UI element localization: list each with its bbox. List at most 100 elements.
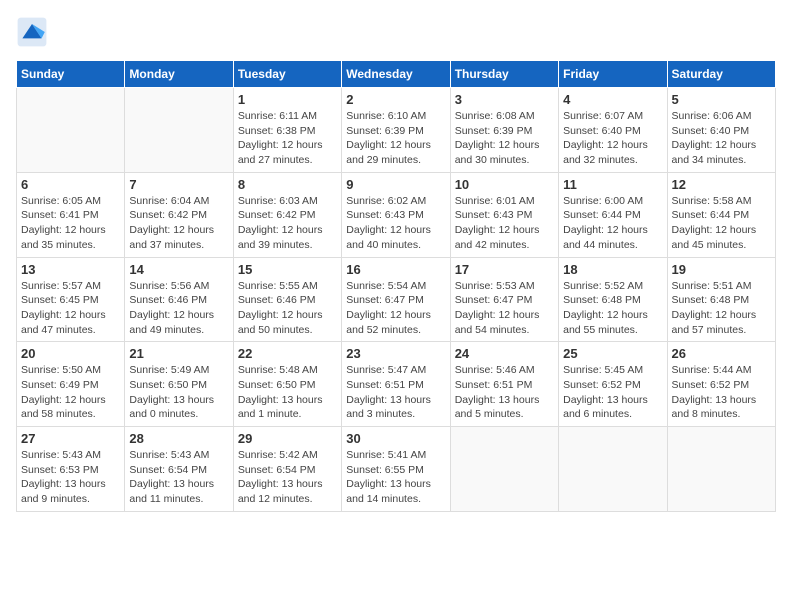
- day-info: Sunrise: 5:57 AM Sunset: 6:45 PM Dayligh…: [21, 279, 120, 338]
- calendar-cell: 27Sunrise: 5:43 AM Sunset: 6:53 PM Dayli…: [17, 427, 125, 512]
- calendar-week-2: 6 Sunrise: 6:05 AM Sunset: 6:41 PM Daylig…: [17, 172, 776, 257]
- calendar-cell: 14 Sunrise: 5:56 AM Sunset: 6:46 PM Dayli…: [125, 257, 233, 342]
- calendar-cell: 23 Sunrise: 5:47 AM Sunset: 6:51 PM Dayli…: [342, 342, 450, 427]
- calendar-cell: 3 Sunrise: 6:08 AM Sunset: 6:39 PM Daylig…: [450, 88, 558, 173]
- day-info: Sunrise: 5:42 AM Sunset: 6:54 PM Dayligh…: [238, 448, 337, 507]
- day-number: 28: [129, 431, 228, 446]
- day-number: 15: [238, 262, 337, 277]
- day-info: Sunrise: 5:53 AM Sunset: 6:47 PM Dayligh…: [455, 279, 554, 338]
- day-number: 23: [346, 346, 445, 361]
- calendar-cell: 25Sunrise: 5:45 AM Sunset: 6:52 PM Dayli…: [559, 342, 667, 427]
- calendar-cell: 9Sunrise: 6:02 AM Sunset: 6:43 PM Daylig…: [342, 172, 450, 257]
- calendar-cell: 26 Sunrise: 5:44 AM Sunset: 6:52 PM Dayli…: [667, 342, 775, 427]
- calendar-cell: 10 Sunrise: 6:01 AM Sunset: 6:43 PM Dayli…: [450, 172, 558, 257]
- day-info: Sunrise: 6:05 AM Sunset: 6:41 PM Dayligh…: [21, 194, 120, 253]
- day-number: 30: [346, 431, 445, 446]
- calendar-cell: 6 Sunrise: 6:05 AM Sunset: 6:41 PM Daylig…: [17, 172, 125, 257]
- day-info: Sunrise: 5:54 AM Sunset: 6:47 PM Dayligh…: [346, 279, 445, 338]
- calendar-cell: [559, 427, 667, 512]
- day-info: Sunrise: 5:44 AM Sunset: 6:52 PM Dayligh…: [672, 363, 771, 422]
- calendar-cell: 7 Sunrise: 6:04 AM Sunset: 6:42 PM Daylig…: [125, 172, 233, 257]
- calendar-cell: 17 Sunrise: 5:53 AM Sunset: 6:47 PM Dayli…: [450, 257, 558, 342]
- day-info: Sunrise: 5:49 AM Sunset: 6:50 PM Dayligh…: [129, 363, 228, 422]
- day-info: Sunrise: 5:50 AM Sunset: 6:49 PM Dayligh…: [21, 363, 120, 422]
- calendar-cell: 1 Sunrise: 6:11 AM Sunset: 6:38 PM Daylig…: [233, 88, 341, 173]
- day-info: Sunrise: 5:43 AM Sunset: 6:54 PM Dayligh…: [129, 448, 228, 507]
- day-number: 13: [21, 262, 120, 277]
- calendar-week-1: 1 Sunrise: 6:11 AM Sunset: 6:38 PM Daylig…: [17, 88, 776, 173]
- calendar-header-row: SundayMondayTuesdayWednesdayThursdayFrid…: [17, 61, 776, 88]
- day-header-saturday: Saturday: [667, 61, 775, 88]
- day-number: 17: [455, 262, 554, 277]
- day-info: Sunrise: 6:01 AM Sunset: 6:43 PM Dayligh…: [455, 194, 554, 253]
- day-info: Sunrise: 6:03 AM Sunset: 6:42 PM Dayligh…: [238, 194, 337, 253]
- calendar-cell: [17, 88, 125, 173]
- day-number: 19: [672, 262, 771, 277]
- calendar-cell: 2 Sunrise: 6:10 AM Sunset: 6:39 PM Daylig…: [342, 88, 450, 173]
- day-info: Sunrise: 5:43 AM Sunset: 6:53 PM Dayligh…: [21, 448, 120, 507]
- day-number: 2: [346, 92, 445, 107]
- day-info: Sunrise: 6:10 AM Sunset: 6:39 PM Dayligh…: [346, 109, 445, 168]
- day-info: Sunrise: 6:07 AM Sunset: 6:40 PM Dayligh…: [563, 109, 662, 168]
- calendar-cell: 19 Sunrise: 5:51 AM Sunset: 6:48 PM Dayli…: [667, 257, 775, 342]
- day-number: 14: [129, 262, 228, 277]
- day-info: Sunrise: 5:55 AM Sunset: 6:46 PM Dayligh…: [238, 279, 337, 338]
- calendar-cell: 5Sunrise: 6:06 AM Sunset: 6:40 PM Daylig…: [667, 88, 775, 173]
- day-number: 18: [563, 262, 662, 277]
- day-info: Sunrise: 5:56 AM Sunset: 6:46 PM Dayligh…: [129, 279, 228, 338]
- day-number: 4: [563, 92, 662, 107]
- day-number: 7: [129, 177, 228, 192]
- calendar-cell: 4 Sunrise: 6:07 AM Sunset: 6:40 PM Daylig…: [559, 88, 667, 173]
- day-header-wednesday: Wednesday: [342, 61, 450, 88]
- day-number: 21: [129, 346, 228, 361]
- calendar-cell: 28 Sunrise: 5:43 AM Sunset: 6:54 PM Dayli…: [125, 427, 233, 512]
- page-header: [16, 16, 776, 48]
- day-header-sunday: Sunday: [17, 61, 125, 88]
- logo: [16, 16, 52, 48]
- calendar-cell: 15 Sunrise: 5:55 AM Sunset: 6:46 PM Dayli…: [233, 257, 341, 342]
- day-info: Sunrise: 6:11 AM Sunset: 6:38 PM Dayligh…: [238, 109, 337, 168]
- day-number: 24: [455, 346, 554, 361]
- day-info: Sunrise: 5:46 AM Sunset: 6:51 PM Dayligh…: [455, 363, 554, 422]
- calendar-cell: 8 Sunrise: 6:03 AM Sunset: 6:42 PM Daylig…: [233, 172, 341, 257]
- day-number: 20: [21, 346, 120, 361]
- day-info: Sunrise: 5:51 AM Sunset: 6:48 PM Dayligh…: [672, 279, 771, 338]
- day-number: 5: [672, 92, 771, 107]
- day-header-friday: Friday: [559, 61, 667, 88]
- day-info: Sunrise: 6:08 AM Sunset: 6:39 PM Dayligh…: [455, 109, 554, 168]
- day-info: Sunrise: 5:48 AM Sunset: 6:50 PM Dayligh…: [238, 363, 337, 422]
- calendar-week-5: 27Sunrise: 5:43 AM Sunset: 6:53 PM Dayli…: [17, 427, 776, 512]
- calendar-cell: 20 Sunrise: 5:50 AM Sunset: 6:49 PM Dayli…: [17, 342, 125, 427]
- day-number: 29: [238, 431, 337, 446]
- calendar-cell: 30Sunrise: 5:41 AM Sunset: 6:55 PM Dayli…: [342, 427, 450, 512]
- calendar-cell: 11 Sunrise: 6:00 AM Sunset: 6:44 PM Dayli…: [559, 172, 667, 257]
- day-number: 22: [238, 346, 337, 361]
- day-number: 25: [563, 346, 662, 361]
- day-number: 26: [672, 346, 771, 361]
- calendar-cell: [450, 427, 558, 512]
- calendar-cell: 22 Sunrise: 5:48 AM Sunset: 6:50 PM Dayli…: [233, 342, 341, 427]
- day-number: 10: [455, 177, 554, 192]
- day-number: 16: [346, 262, 445, 277]
- day-number: 3: [455, 92, 554, 107]
- day-number: 6: [21, 177, 120, 192]
- day-info: Sunrise: 5:58 AM Sunset: 6:44 PM Dayligh…: [672, 194, 771, 253]
- day-number: 1: [238, 92, 337, 107]
- calendar-cell: 12Sunrise: 5:58 AM Sunset: 6:44 PM Dayli…: [667, 172, 775, 257]
- day-info: Sunrise: 6:00 AM Sunset: 6:44 PM Dayligh…: [563, 194, 662, 253]
- calendar-cell: 24 Sunrise: 5:46 AM Sunset: 6:51 PM Dayli…: [450, 342, 558, 427]
- day-header-tuesday: Tuesday: [233, 61, 341, 88]
- day-info: Sunrise: 6:02 AM Sunset: 6:43 PM Dayligh…: [346, 194, 445, 253]
- day-number: 8: [238, 177, 337, 192]
- day-info: Sunrise: 5:47 AM Sunset: 6:51 PM Dayligh…: [346, 363, 445, 422]
- logo-icon: [16, 16, 48, 48]
- day-number: 11: [563, 177, 662, 192]
- day-header-thursday: Thursday: [450, 61, 558, 88]
- calendar-cell: 21 Sunrise: 5:49 AM Sunset: 6:50 PM Dayli…: [125, 342, 233, 427]
- calendar-cell: 29 Sunrise: 5:42 AM Sunset: 6:54 PM Dayli…: [233, 427, 341, 512]
- calendar-table: SundayMondayTuesdayWednesdayThursdayFrid…: [16, 60, 776, 512]
- calendar-cell: 18Sunrise: 5:52 AM Sunset: 6:48 PM Dayli…: [559, 257, 667, 342]
- day-info: Sunrise: 6:04 AM Sunset: 6:42 PM Dayligh…: [129, 194, 228, 253]
- calendar-cell: [667, 427, 775, 512]
- day-header-monday: Monday: [125, 61, 233, 88]
